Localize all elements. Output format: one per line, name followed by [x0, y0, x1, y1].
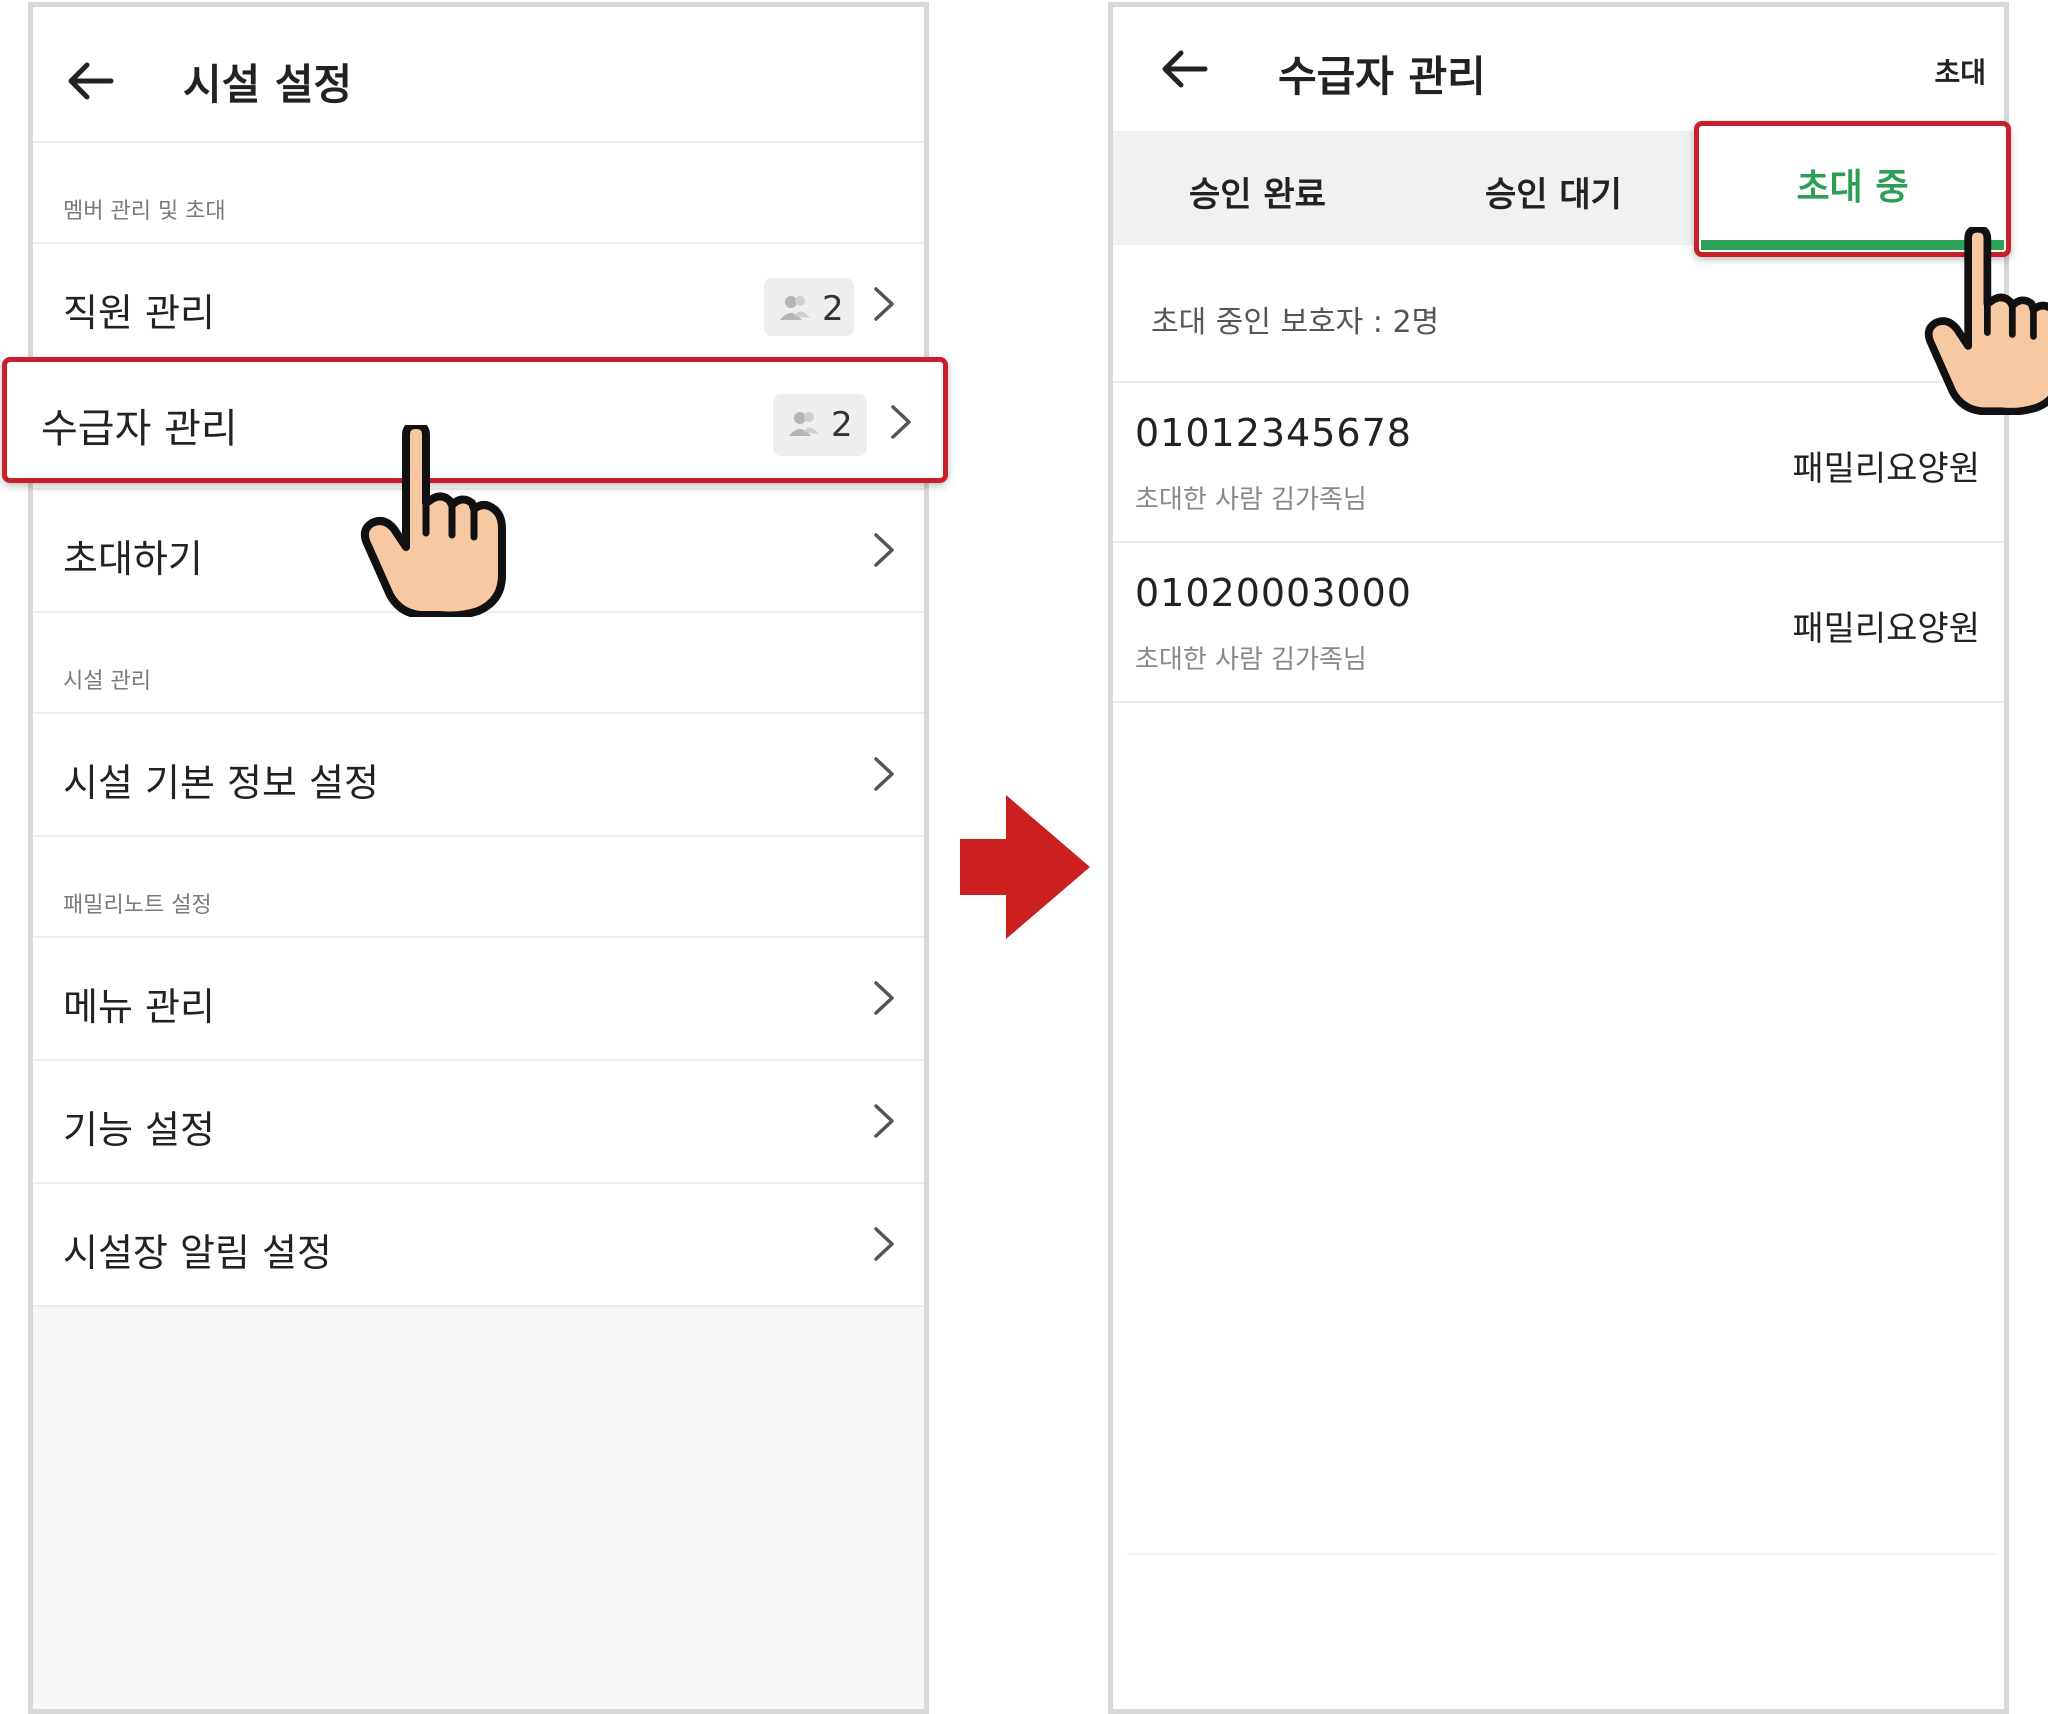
facility-name: 패밀리요양원	[1792, 609, 1980, 649]
recipient-management-screen: 수급자 관리 초대 승인 완료 승인 대기 초대 중인 보호자 : 2명 010…	[1108, 2, 2009, 1714]
invitee-phone: 01020003000	[1135, 571, 1412, 615]
tab-approved[interactable]: 승인 완료	[1189, 167, 1326, 216]
tab-label: 초대 중	[1796, 167, 1909, 208]
facility-name: 패밀리요양원	[1792, 449, 1980, 489]
back-arrow-icon[interactable]	[61, 51, 121, 111]
member-count: 2	[831, 405, 853, 445]
people-icon	[780, 294, 810, 320]
people-icon	[789, 410, 819, 436]
chevron-right-icon	[872, 980, 896, 1016]
section-header-facility: 시설 관리	[33, 613, 924, 714]
chevron-right-icon	[889, 404, 913, 440]
member-count: 2	[822, 289, 844, 329]
chevron-right-icon	[872, 756, 896, 792]
section-header-familynote: 패밀리노트 설정	[33, 837, 924, 938]
row-label: 초대하기	[63, 537, 203, 581]
count-badge: 2	[764, 278, 854, 336]
divider	[1113, 701, 2004, 703]
invitee-phone: 01012345678	[1135, 411, 1412, 455]
inviter-name: 초대한 사람 김가족님	[1135, 485, 1367, 515]
row-label: 기능 설정	[63, 1108, 215, 1152]
chevron-right-icon	[872, 286, 896, 322]
divider	[1127, 1553, 1997, 1555]
chevron-right-icon	[872, 1103, 896, 1139]
invite-button[interactable]: 초대	[1934, 51, 1986, 91]
page-title: 시설 설정	[183, 60, 353, 109]
row-label: 수급자 관리	[41, 406, 238, 452]
page-title: 수급자 관리	[1278, 52, 1486, 101]
facility-info-row[interactable]: 시설 기본 정보 설정	[33, 714, 924, 837]
tab-pending[interactable]: 승인 대기	[1485, 167, 1622, 216]
row-label: 메뉴 관리	[63, 985, 215, 1029]
menu-management-row[interactable]: 메뉴 관리	[33, 938, 924, 1061]
director-alerts-row[interactable]: 시설장 알림 설정	[33, 1184, 924, 1307]
row-label: 시설 기본 정보 설정	[63, 761, 379, 805]
invite-count-text: 초대 중인 보호자 : 2명	[1151, 305, 1440, 340]
right-arrow-icon	[960, 795, 1090, 939]
section-header-members: 멤버 관리 및 초대	[33, 143, 924, 244]
count-badge: 2	[773, 394, 867, 456]
staff-management-row[interactable]: 직원 관리 2	[33, 244, 924, 367]
list-item[interactable]: 01012345678 초대한 사람 김가족님 패밀리요양원	[1113, 383, 2004, 541]
settings-list: 멤버 관리 및 초대 직원 관리 2 초대하기 시설 관리 시설 기본 정보 설…	[33, 143, 924, 1307]
list-item[interactable]: 01020003000 초대한 사람 김가족님 패밀리요양원	[1113, 543, 2004, 701]
pointing-hand-icon	[1924, 225, 2048, 416]
row-label: 시설장 알림 설정	[63, 1231, 332, 1275]
chevron-right-icon	[872, 532, 896, 568]
facility-settings-screen: 시설 설정 멤버 관리 및 초대 직원 관리 2 초대하기 시설 관리 시설 기…	[28, 2, 929, 1714]
inviter-name: 초대한 사람 김가족님	[1135, 645, 1367, 675]
chevron-right-icon	[872, 1226, 896, 1262]
header: 시설 설정	[33, 7, 924, 143]
header: 수급자 관리 초대	[1113, 7, 2004, 131]
back-arrow-icon[interactable]	[1155, 39, 1215, 99]
row-label: 직원 관리	[63, 291, 215, 335]
feature-settings-row[interactable]: 기능 설정	[33, 1061, 924, 1184]
pointing-hand-icon	[360, 421, 510, 620]
